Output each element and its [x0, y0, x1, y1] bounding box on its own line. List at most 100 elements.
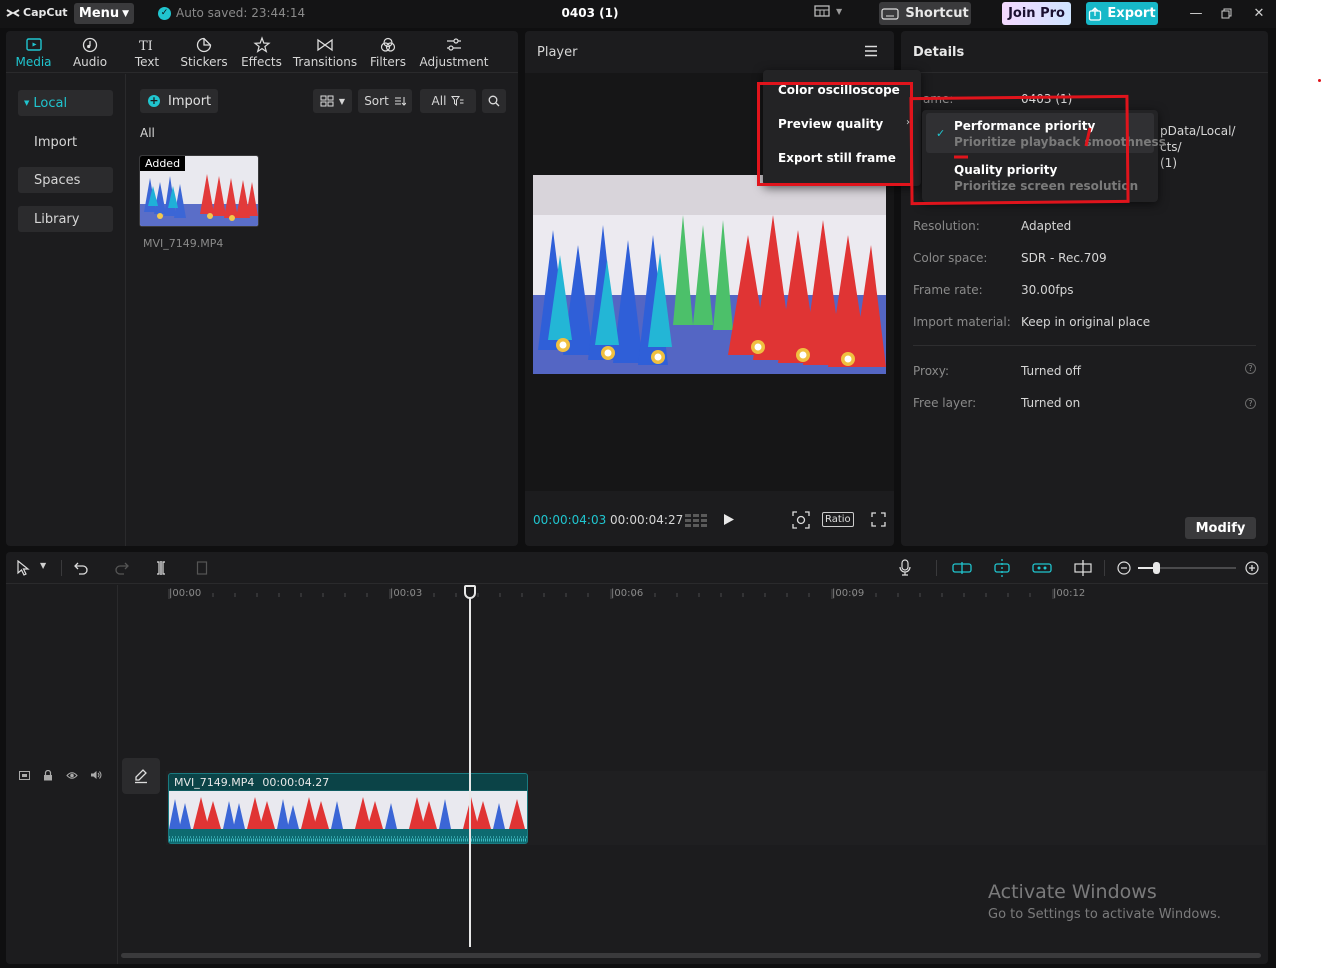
zoom-slider-handle[interactable]	[1153, 562, 1160, 574]
capcut-logo-icon	[6, 8, 20, 17]
keyboard-icon	[881, 7, 899, 20]
hamburger-menu-icon[interactable]	[864, 45, 878, 57]
sidebar-item-library[interactable]: Library	[18, 206, 113, 232]
help-icon[interactable]: ?	[1245, 398, 1256, 409]
eye-icon[interactable]	[66, 771, 78, 780]
sidebar-item-spaces[interactable]: Spaces	[18, 167, 113, 193]
split-icon[interactable]	[155, 560, 167, 576]
layout-icon	[814, 5, 830, 17]
import-button[interactable]: + Import	[140, 89, 218, 113]
details-divider	[913, 345, 1256, 346]
details-path-partial: pData/Local/ cts/ (1)	[1160, 123, 1235, 171]
sort-label: Sort	[364, 94, 389, 108]
view-mode-button[interactable]: ▼	[313, 89, 352, 113]
screenshot-icon[interactable]	[792, 511, 810, 529]
ruler-label: |00:09	[832, 588, 865, 599]
chevron-down-icon[interactable]: ▼	[40, 561, 46, 570]
tab-effects[interactable]: Effects	[233, 31, 290, 73]
asset-tabs: Media Audio TI Text Stickers Effects Tra…	[6, 31, 518, 73]
filters-icon	[380, 37, 396, 52]
chevron-down-icon: ▼	[836, 6, 843, 16]
details-value: 30.00fps	[1021, 283, 1074, 297]
ruler-label: |00:00	[169, 588, 202, 599]
ratio-button[interactable]: Ratio	[822, 512, 854, 527]
toolbar-divider	[61, 560, 62, 576]
audio-icon	[82, 37, 98, 52]
autosave-text: Auto saved: 23:44:14	[176, 6, 306, 20]
details-row-resolution: Resolution: Adapted	[913, 219, 1071, 233]
timecode-format-icon[interactable]	[685, 513, 707, 527]
fullscreen-icon[interactable]	[871, 512, 886, 527]
ruler-ticks	[168, 589, 1054, 599]
main-track-magnet-icon[interactable]	[952, 562, 972, 574]
microphone-icon[interactable]	[899, 559, 911, 576]
tab-text[interactable]: TI Text	[119, 31, 175, 73]
check-circle-icon: ✓	[158, 6, 171, 20]
import-label: Import	[168, 93, 212, 109]
tab-label: Effects	[241, 54, 282, 69]
sort-button[interactable]: Sort	[358, 89, 412, 113]
tab-filters[interactable]: Filters	[360, 31, 416, 73]
timeline-ruler[interactable]: |00:00 |00:03 |00:06 |00:09 |00:12	[119, 585, 1268, 605]
edit-cover-button[interactable]	[122, 758, 160, 794]
restore-icon[interactable]	[1216, 4, 1236, 22]
details-row-free-layer: Free layer: Turned on	[913, 396, 1080, 410]
svg-text:TI: TI	[139, 39, 153, 54]
logo-text: CapCut	[23, 6, 68, 19]
media-thumbnail[interactable]: Added	[139, 155, 259, 227]
tab-adjustment[interactable]: Adjustment	[416, 31, 492, 73]
zoom-in-icon[interactable]	[1245, 561, 1259, 575]
minimize-icon[interactable]: —	[1186, 4, 1206, 22]
playhead[interactable]	[464, 585, 476, 947]
tab-stickers[interactable]: Stickers	[175, 31, 233, 73]
tab-transitions[interactable]: Transitions	[290, 31, 360, 73]
grid-view-icon	[320, 95, 334, 107]
help-icon[interactable]: ?	[1245, 363, 1256, 374]
tab-media[interactable]: Media	[6, 31, 61, 73]
join-pro-button[interactable]: Join Pro	[1002, 2, 1071, 25]
modify-button[interactable]: Modify	[1185, 517, 1256, 539]
timecode-total: 00:00:04:27	[610, 513, 684, 527]
tab-label: Text	[134, 54, 160, 69]
zoom-out-icon[interactable]	[1117, 561, 1131, 575]
filter-label: All	[431, 94, 447, 108]
export-button[interactable]: Export	[1086, 2, 1158, 25]
playhead-handle[interactable]	[464, 585, 476, 599]
tab-audio[interactable]: Audio	[61, 31, 119, 73]
video-clip[interactable]: MVI_7149.MP4 00:00:04.27	[168, 773, 528, 844]
details-key: Color space:	[913, 251, 988, 265]
sidebar-item-import[interactable]: Import	[18, 129, 113, 155]
folder-all-label: All	[140, 126, 155, 140]
search-button[interactable]	[482, 89, 506, 113]
layout-button[interactable]: ▼	[814, 5, 842, 17]
details-value: Turned on	[1021, 396, 1081, 410]
timeline-horizontal-scrollbar[interactable]	[121, 953, 1261, 958]
preview-axis-icon[interactable]	[1073, 560, 1093, 576]
tab-label: Media	[15, 54, 52, 69]
search-icon	[488, 95, 500, 107]
details-header: Details	[901, 31, 1268, 73]
filter-button[interactable]: All	[420, 89, 476, 113]
cover-icon[interactable]	[19, 771, 30, 780]
linkage-icon[interactable]	[1032, 562, 1052, 574]
sidebar-item-label: Library	[34, 211, 80, 227]
sidebar-item-label: Import	[34, 134, 78, 150]
details-value: SDR - Rec.709	[1021, 251, 1107, 265]
shortcut-button[interactable]: Shortcut	[879, 2, 971, 25]
red-annotation-strokes	[954, 127, 1092, 159]
sidebar-item-local[interactable]: ▼ Local	[18, 90, 113, 116]
speaker-icon[interactable]	[90, 770, 102, 780]
auto-snap-icon[interactable]	[992, 559, 1012, 577]
zoom-slider[interactable]	[1138, 562, 1236, 574]
lock-icon[interactable]	[43, 770, 53, 781]
path-line: cts/	[1160, 140, 1182, 154]
details-value: Adapted	[1021, 219, 1072, 233]
select-cursor-icon[interactable]	[16, 560, 30, 576]
redo-icon	[115, 562, 129, 575]
menu-button[interactable]: Menu ▼	[74, 3, 134, 24]
close-icon[interactable]: ✕	[1249, 4, 1269, 22]
play-icon[interactable]	[723, 513, 735, 526]
sidebar-item-label: Spaces	[34, 172, 81, 188]
undo-icon[interactable]	[74, 561, 89, 575]
project-title: 0403 (1)	[561, 6, 619, 20]
